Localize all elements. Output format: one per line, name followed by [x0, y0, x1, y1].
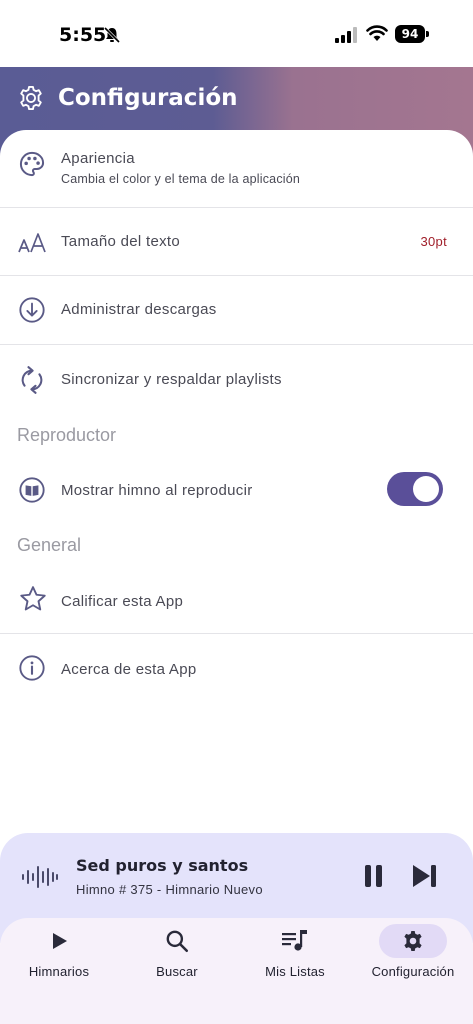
nav-item-himnarios[interactable]: Himnarios: [0, 918, 118, 1024]
setting-sync-title: Sincronizar y respaldar playlists: [61, 371, 282, 388]
nav-icon-container: [261, 924, 329, 958]
setting-rate[interactable]: Calificar esta App: [0, 566, 473, 634]
pause-icon[interactable]: [362, 863, 386, 889]
setting-text-size-value: 30pt: [420, 234, 447, 249]
setting-rate-title: Calificar esta App: [61, 593, 184, 610]
nav-label: Buscar: [156, 964, 198, 979]
setting-appearance-title: Apariencia: [61, 150, 135, 167]
settings-list: Apariencia Cambia el color y el tema de …: [0, 130, 473, 850]
page-title: Configuración: [58, 85, 238, 111]
battery-tip: [426, 31, 429, 37]
download-icon: [19, 297, 45, 323]
gear-icon: [404, 931, 422, 951]
setting-text-size-title: Tamaño del texto: [61, 233, 181, 250]
gear-icon: [20, 85, 42, 111]
sync-icon: [21, 366, 43, 394]
book-icon: [19, 477, 45, 503]
setting-show-hymn[interactable]: Mostrar himno al reproducir: [0, 460, 473, 520]
star-icon: [20, 586, 46, 611]
nav-icon-container: [25, 924, 93, 958]
setting-downloads-title: Administrar descargas: [61, 301, 217, 318]
section-title-player: Reproductor: [17, 425, 117, 445]
toggle-knob: [413, 476, 439, 502]
setting-show-hymn-title: Mostrar himno al reproducir: [61, 482, 253, 499]
nav-item-mis-listas[interactable]: Mis Listas: [236, 918, 354, 1024]
info-icon: [19, 655, 45, 681]
play-icon: [53, 933, 67, 949]
nav-icon-container: [143, 924, 211, 958]
nav-item-buscar[interactable]: Buscar: [118, 918, 236, 1024]
setting-appearance[interactable]: Apariencia Cambia el color y el tema de …: [0, 130, 473, 208]
signal-icon: [335, 27, 357, 43]
setting-about[interactable]: Acerca de esta App: [0, 634, 473, 702]
search-icon: [166, 930, 189, 953]
nav-label: Himnarios: [28, 964, 90, 979]
palette-icon: [19, 151, 45, 177]
setting-about-title: Acerca de esta App: [61, 661, 197, 678]
section-title-general: General: [17, 535, 82, 555]
nav-item-configuracion[interactable]: Configuración: [354, 918, 472, 1024]
nav-icon-container-active: [379, 924, 447, 958]
playlist-icon: [282, 930, 307, 951]
text-size-icon: [18, 233, 46, 253]
audio-wave-icon: [22, 866, 58, 888]
bottom-navigation: Himnarios Buscar Mis Listas Configuració…: [0, 918, 473, 1024]
bell-slash-icon: [103, 26, 121, 44]
player-subtitle: Himno # 375 - Himnario Nuevo: [76, 882, 263, 897]
wifi-icon: [366, 25, 388, 41]
nav-label: Configuración: [371, 964, 455, 979]
setting-text-size[interactable]: Tamaño del texto 30pt: [0, 208, 473, 276]
player-title: Sed puros y santos: [76, 856, 249, 875]
setting-sync[interactable]: Sincronizar y respaldar playlists: [0, 345, 473, 413]
nav-label: Mis Listas: [265, 964, 325, 979]
setting-downloads[interactable]: Administrar descargas: [0, 276, 473, 345]
status-bar: 5:55 94: [0, 0, 473, 67]
show-hymn-toggle[interactable]: [387, 472, 443, 506]
battery-indicator: 94: [395, 25, 425, 43]
setting-appearance-subtitle: Cambia el color y el tema de la aplicaci…: [61, 172, 301, 186]
status-time: 5:55: [59, 24, 107, 46]
skip-next-icon[interactable]: [411, 863, 439, 889]
